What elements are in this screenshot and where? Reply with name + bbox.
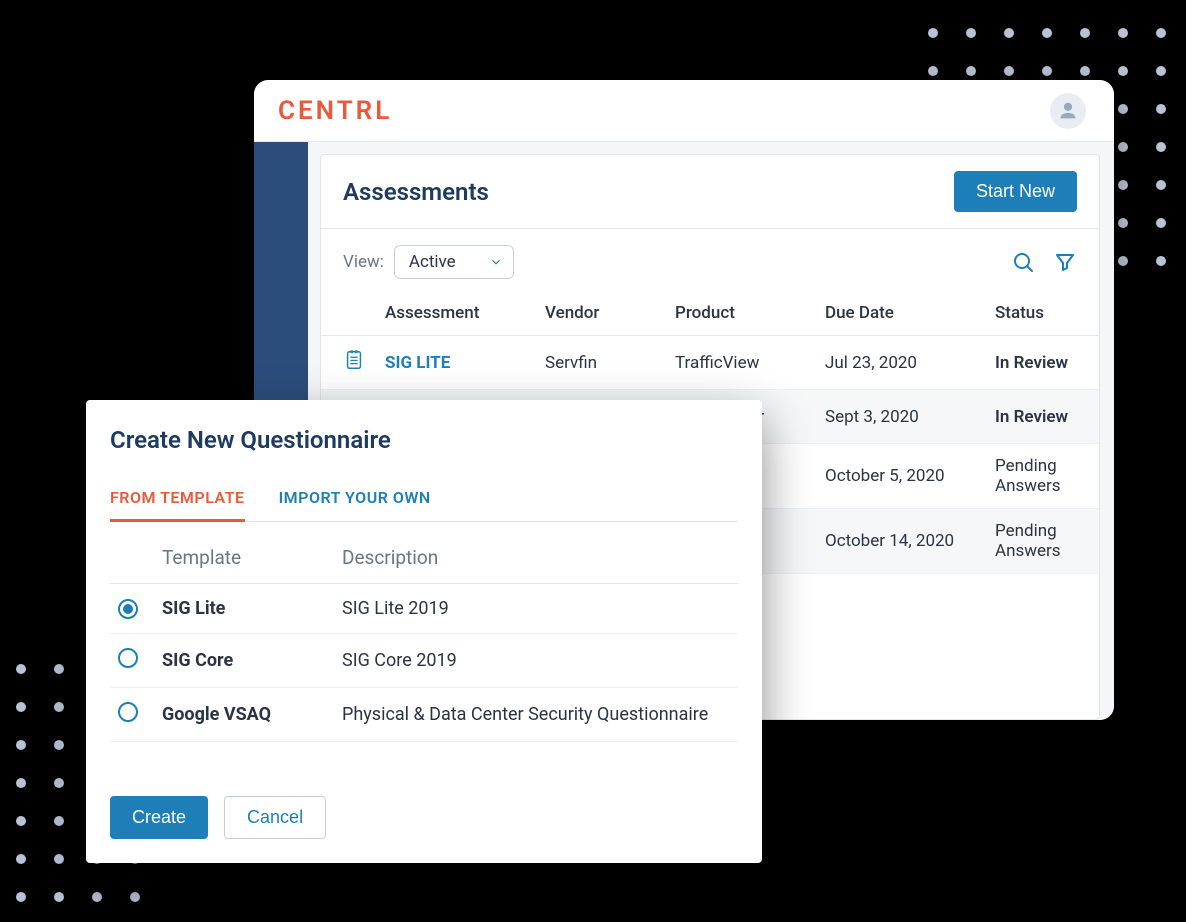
template-radio[interactable]: [118, 648, 138, 668]
template-radio[interactable]: [118, 599, 138, 619]
tab-import-own[interactable]: IMPORT YOUR OWN: [279, 480, 431, 521]
table-header-row: Assessment Vendor Product Due Date Statu…: [321, 291, 1099, 336]
template-description: Physical & Data Center Security Question…: [334, 688, 738, 742]
template-row[interactable]: SIG Lite SIG Lite 2019: [110, 584, 738, 634]
vendor-cell: Servfin: [535, 336, 665, 390]
template-description: SIG Core 2019: [334, 634, 738, 688]
templates-table: Template Description SIG Lite SIG Lite 2…: [110, 528, 738, 742]
view-select[interactable]: Active: [394, 245, 514, 279]
filter-icon[interactable]: [1053, 250, 1077, 274]
due-cell: Sept 3, 2020: [815, 390, 985, 444]
template-row[interactable]: Google VSAQ Physical & Data Center Secur…: [110, 688, 738, 742]
status-cell: In Review: [985, 336, 1099, 390]
toolbar-icons: [1011, 250, 1077, 274]
tab-from-template[interactable]: FROM TEMPLATE: [110, 480, 245, 521]
assessment-link[interactable]: SIG LITE: [385, 353, 450, 373]
view-select-value: Active: [409, 252, 456, 272]
avatar[interactable]: [1050, 93, 1086, 129]
template-row[interactable]: SIG Core SIG Core 2019: [110, 634, 738, 688]
start-new-button[interactable]: Start New: [954, 171, 1077, 212]
col-product: Product: [665, 291, 815, 336]
user-icon: [1057, 100, 1079, 122]
status-cell: Pending Answers: [985, 509, 1099, 574]
template-radio[interactable]: [118, 702, 138, 722]
modal-tabs: FROM TEMPLATE IMPORT YOUR OWN: [110, 480, 738, 522]
create-button[interactable]: Create: [110, 796, 208, 839]
row-icon-cell: [321, 336, 375, 390]
col-assessment: Assessment: [375, 291, 535, 336]
due-cell: October 5, 2020: [815, 444, 985, 509]
tpl-col-description: Description: [334, 528, 738, 584]
col-due: Due Date: [815, 291, 985, 336]
due-cell: Jul 23, 2020: [815, 336, 985, 390]
table-row[interactable]: SIG LITE Servfin TrafficView Jul 23, 202…: [321, 336, 1099, 390]
toolbar: View: Active: [321, 229, 1099, 291]
due-cell: October 14, 2020: [815, 509, 985, 574]
cancel-button[interactable]: Cancel: [224, 796, 326, 839]
brand-logo: CENTRL: [278, 96, 392, 126]
template-name: Google VSAQ: [154, 688, 334, 742]
template-name: SIG Core: [154, 634, 334, 688]
create-questionnaire-modal: Create New Questionnaire FROM TEMPLATE I…: [86, 400, 762, 863]
status-cell: In Review: [985, 390, 1099, 444]
template-description: SIG Lite 2019: [334, 584, 738, 634]
col-status: Status: [985, 291, 1099, 336]
view-label: View:: [343, 252, 384, 272]
product-cell: TrafficView: [665, 336, 815, 390]
chevron-down-icon: [489, 255, 503, 269]
tpl-col-template: Template: [154, 528, 334, 584]
modal-actions: Create Cancel: [110, 796, 738, 839]
titlebar: CENTRL: [254, 80, 1114, 142]
view-filter: View: Active: [343, 245, 514, 279]
panel-header: Assessments Start New: [321, 155, 1099, 229]
modal-title: Create New Questionnaire: [110, 426, 738, 454]
col-vendor: Vendor: [535, 291, 665, 336]
search-icon[interactable]: [1011, 250, 1035, 274]
page-title: Assessments: [343, 178, 489, 206]
template-name: SIG Lite: [154, 584, 334, 634]
document-icon: [343, 348, 365, 372]
status-cell: Pending Answers: [985, 444, 1099, 509]
